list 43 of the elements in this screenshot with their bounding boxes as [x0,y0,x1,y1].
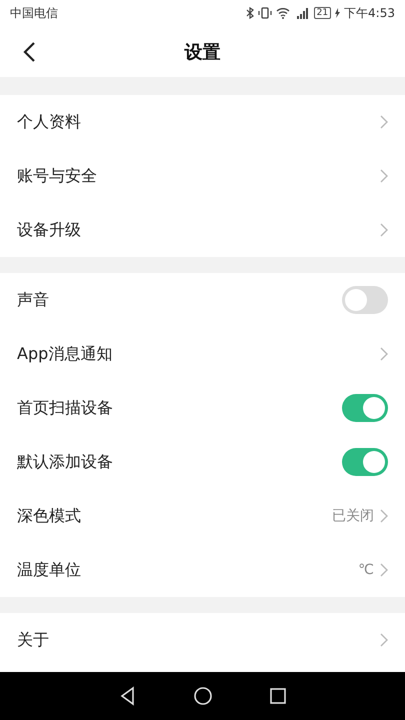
settings-row[interactable]: 默认添加设备 [0,435,405,489]
vibrate-icon [258,7,272,19]
row-label: 深色模式 [17,506,82,526]
chevron-icon [380,169,388,183]
settings-row[interactable]: 设备升级 [0,203,405,257]
settings-row[interactable]: App消息通知 [0,327,405,381]
chevron-icon [380,563,388,577]
row-label: 首页扫描设备 [17,398,114,418]
settings-row[interactable]: 首页扫描设备 [0,381,405,435]
back-icon[interactable] [22,41,36,63]
row-label: App消息通知 [17,344,114,364]
row-label: 温度单位 [17,560,82,580]
settings-row[interactable]: 账号与安全 [0,149,405,203]
settings-row[interactable]: 声音 [0,273,405,327]
row-label: 声音 [17,290,50,310]
recents-icon[interactable] [268,686,288,706]
toggle-switch[interactable] [342,286,388,314]
chevron-icon [380,347,388,361]
wifi-icon [276,7,290,19]
row-value: 已关闭 [332,507,374,525]
settings-row[interactable]: 温度单位 ℃ [0,543,405,597]
carrier-name: 中国电信 [10,4,58,22]
row-label: 设备升级 [17,220,82,240]
page-title: 设置 [184,40,220,64]
settings-row[interactable]: 个人资料 [0,95,405,149]
settings-row[interactable]: 关于 [0,613,405,667]
settings-row[interactable]: 深色模式 已关闭 [0,489,405,543]
toggle-switch[interactable] [342,448,388,476]
status-time: 下午4:53 [344,4,395,22]
row-label: 账号与安全 [17,166,98,186]
row-label: 个人资料 [17,112,82,132]
chevron-icon [380,633,388,647]
row-value: ℃ [358,562,374,578]
chevron-icon [380,115,388,129]
chevron-icon [380,223,388,237]
charging-icon [335,8,340,18]
home-icon[interactable] [192,686,212,706]
chevron-icon [380,509,388,523]
battery-level: 21 [314,7,332,19]
bluetooth-icon [246,7,254,19]
row-label: 默认添加设备 [17,452,114,472]
toggle-switch[interactable] [342,394,388,422]
row-label: 关于 [17,630,50,650]
